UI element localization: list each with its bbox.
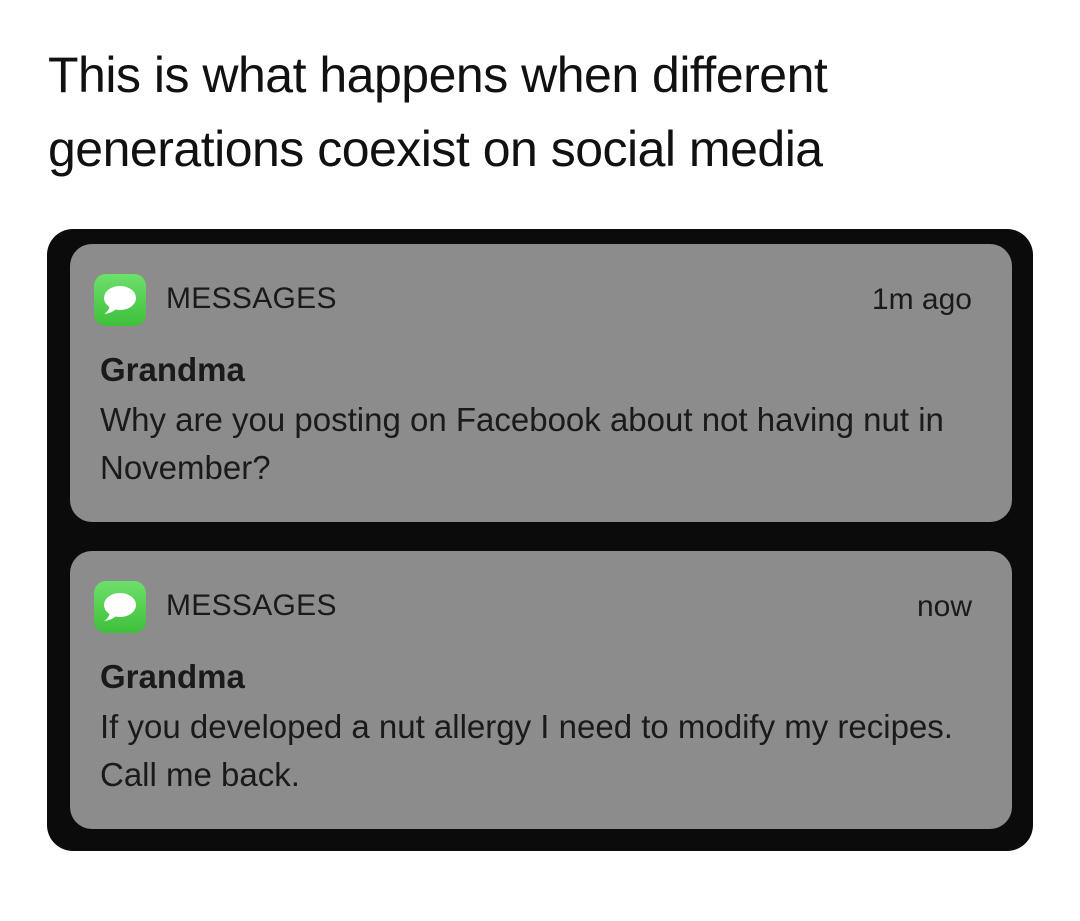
notification-timestamp: now — [916, 590, 972, 623]
messages-app-icon — [94, 581, 146, 633]
caption-line-1: This is what happens when different — [48, 47, 828, 103]
caption-line-2: generations coexist on social media — [48, 121, 823, 177]
notification-sender: Grandma — [100, 658, 245, 695]
notification-app-name: MESSAGES — [166, 589, 337, 622]
messages-app-icon — [94, 274, 146, 326]
notification-card-2[interactable]: MESSAGES now Grandma If you developed a … — [70, 551, 1012, 829]
notification-message: Why are you posting on Facebook about no… — [100, 401, 944, 486]
notification-app-name: MESSAGES — [166, 282, 337, 315]
notification-sender: Grandma — [100, 351, 245, 388]
notification-message: If you developed a nut allergy I need to… — [100, 708, 953, 793]
meme-caption: This is what happens when different gene… — [48, 38, 1048, 186]
notification-card-1[interactable]: MESSAGES 1m ago Grandma Why are you post… — [70, 244, 1012, 522]
notification-timestamp: 1m ago — [871, 283, 972, 316]
